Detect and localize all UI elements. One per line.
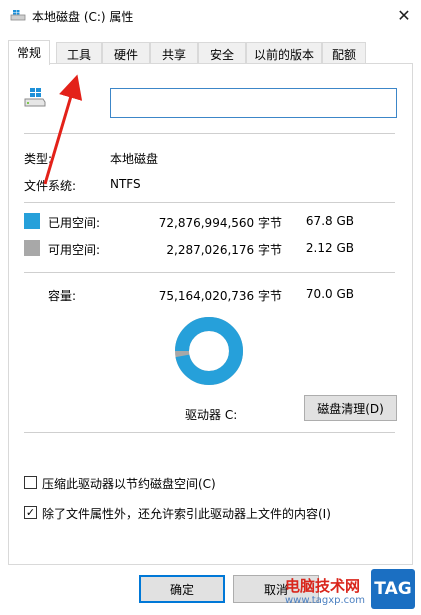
index-checkbox[interactable]: ✓: [24, 506, 37, 519]
tab-security[interactable]: 安全: [198, 42, 246, 64]
capacity-label: 容量:: [48, 289, 77, 303]
used-space-swatch: [24, 213, 40, 229]
free-space-swatch: [24, 240, 40, 256]
type-label: 类型:: [24, 152, 53, 166]
index-label[interactable]: 除了文件属性外，还允许索引此驱动器上文件的内容(I): [42, 505, 331, 522]
usage-donut-chart: [175, 317, 243, 385]
divider: [24, 272, 395, 273]
tab-quota[interactable]: 配额: [322, 42, 366, 64]
compress-checkbox[interactable]: [24, 476, 37, 489]
donut-used-segment: [175, 317, 243, 385]
free-space-gb: 2.12 GB: [305, 241, 354, 255]
drive-name-input[interactable]: [110, 88, 397, 118]
capacity-gb: 70.0 GB: [305, 287, 354, 301]
close-icon[interactable]: ✕: [387, 0, 421, 30]
filesystem-label: 文件系统:: [24, 179, 77, 193]
watermark-badge: TAG: [371, 569, 415, 609]
watermark-url: www.tagxp.com: [285, 595, 365, 606]
used-space-bytes: 72,876,994,560 字节: [158, 216, 282, 230]
tab-tools[interactable]: 工具: [56, 42, 102, 64]
tab-previous-versions[interactable]: 以前的版本: [246, 42, 322, 64]
site-watermark: 电脑技术网 www.tagxp.com TAG: [285, 569, 415, 611]
type-value: 本地磁盘: [110, 152, 159, 166]
compress-label[interactable]: 压缩此驱动器以节约磁盘空间(C): [42, 475, 216, 492]
divider: [24, 432, 395, 433]
divider: [24, 202, 395, 203]
disk-cleanup-button[interactable]: 磁盘清理(D): [304, 395, 397, 421]
ok-button[interactable]: 确定: [139, 575, 225, 603]
title-bar: 本地磁盘 (C:) 属性 ✕: [0, 0, 421, 32]
free-space-label: 可用空间:: [48, 243, 101, 257]
drive-icon: [10, 10, 26, 21]
tab-sharing[interactable]: 共享: [150, 42, 198, 64]
used-space-gb: 67.8 GB: [305, 214, 354, 228]
tab-strip: 常规 工具 硬件 共享 安全 以前的版本 配额: [8, 40, 418, 65]
windows-drive-icon: [24, 88, 46, 107]
divider: [24, 133, 395, 134]
tab-general[interactable]: 常规: [8, 40, 50, 65]
watermark-site-name: 电脑技术网: [285, 577, 361, 595]
tab-hardware[interactable]: 硬件: [102, 42, 150, 64]
capacity-bytes: 75,164,020,736 字节: [158, 289, 282, 303]
drive-letter-label: 驱动器 C:: [185, 408, 238, 422]
filesystem-value: NTFS: [110, 177, 141, 191]
used-space-label: 已用空间:: [48, 216, 101, 230]
free-space-bytes: 2,287,026,176 字节: [166, 243, 282, 257]
window-title: 本地磁盘 (C:) 属性: [32, 10, 134, 24]
